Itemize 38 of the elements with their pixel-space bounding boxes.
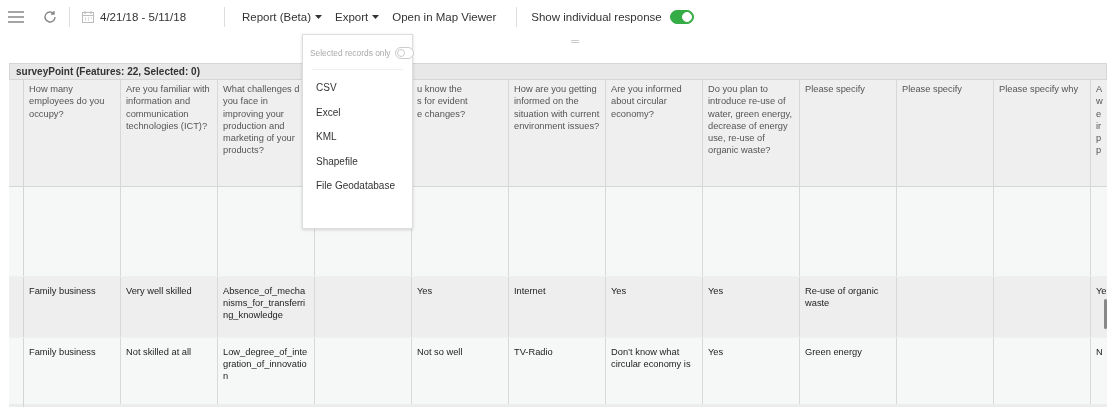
column-header[interactable]: How many employees do you occupy? — [29, 83, 116, 120]
table-cell-text: Very well skilled — [126, 285, 193, 298]
table-cell-text: Yes — [611, 285, 628, 298]
table-cell-text: N — [1096, 346, 1104, 359]
table-cell-text: Not so well — [417, 346, 464, 359]
table-cell-text: Not skilled at all — [126, 346, 193, 359]
table-cell-text: Internet — [514, 285, 547, 298]
table-cell-text: Yes — [417, 285, 434, 298]
menu-item[interactable]: Excel — [303, 100, 412, 125]
column-header[interactable]: A w e ir p p — [1096, 83, 1107, 157]
table-cell-text: Green energy — [805, 346, 863, 359]
menu-item[interactable]: KML — [303, 125, 412, 150]
menu-item[interactable]: Shapefile — [303, 149, 412, 174]
menu-item[interactable]: File Geodatabase — [303, 174, 412, 199]
map-viewer-link[interactable]: Open in Map Viewer — [387, 4, 502, 30]
table-cell-text: Yes — [708, 285, 725, 298]
table-cell-text: Low_degree_of_integration_of_innovation — [223, 346, 309, 383]
toggle-label: Show individual response — [531, 11, 662, 23]
column-header[interactable]: Are you familiar with information and communication technologies (ICT)? — [126, 83, 213, 133]
menu-button[interactable]: Report (Beta) — [237, 4, 328, 30]
table-cell-text: Family business — [29, 346, 97, 359]
table-cell-text: Yes — [708, 346, 725, 359]
column-header[interactable]: Are you informed about circular economy? — [611, 83, 698, 120]
date-range[interactable]: 4/21/18 - 5/11/18 — [100, 11, 210, 23]
table-cell-text: Re-use of organic waste — [805, 285, 880, 310]
column-header[interactable]: Please specify — [902, 83, 989, 96]
selected-only-label: Selected records only — [310, 48, 391, 58]
column-header[interactable]: Please specify why — [999, 83, 1086, 96]
column-header[interactable]: How are you getting informed on the situation with current environment issues? — [514, 83, 601, 133]
table-cell-text: Absence_of_mechanisms_for_transferring_knowledge — [223, 285, 307, 322]
column-header[interactable]: Do you plan to introduce re-use of water, green energy, decrease of energy use, re-use of organic waste? — [708, 83, 795, 157]
table-cell-text: Don’t know what circular economy is — [611, 346, 692, 371]
table-cell: Ye — [1096, 285, 1107, 298]
table-cell-text: TV-Radio — [514, 346, 554, 359]
menu-button[interactable]: Export — [330, 4, 385, 30]
column-header[interactable]: Please specify — [805, 83, 892, 96]
table-cell-text: Family business — [29, 285, 97, 298]
column-header[interactable]: u know the s for evident e changes? — [417, 83, 504, 120]
